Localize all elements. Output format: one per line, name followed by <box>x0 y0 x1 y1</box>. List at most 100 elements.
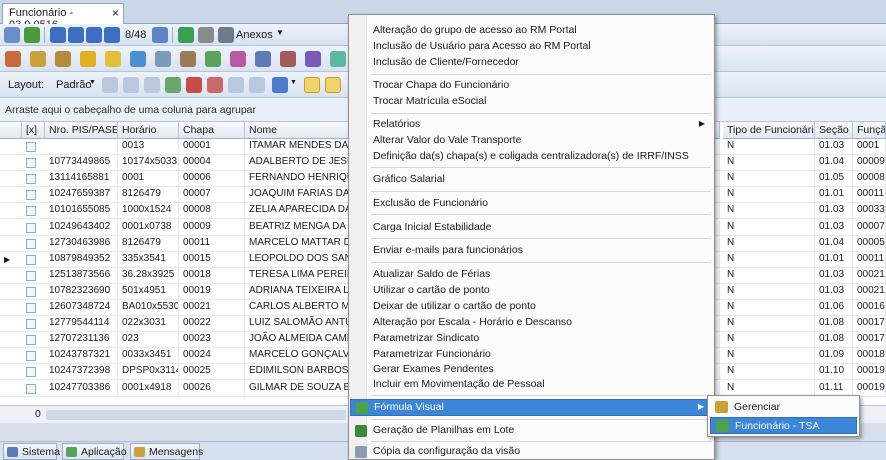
more-icon[interactable] <box>330 51 346 67</box>
calendar-icon[interactable] <box>152 27 168 43</box>
refresh-icon[interactable] <box>24 27 40 43</box>
chevron-down-icon[interactable]: ▼ <box>290 79 297 86</box>
first-record-icon[interactable] <box>50 27 66 43</box>
menu-item-planilhas-lote[interactable]: Geração de Planilhas em Lote <box>350 423 713 439</box>
last-record-icon[interactable] <box>104 27 120 43</box>
row-checkbox[interactable] <box>26 303 36 313</box>
menu-item-vale-transporte[interactable]: Alterar Valor do Vale Transporte <box>350 133 713 149</box>
column-header-horario[interactable]: Horário <box>118 122 179 139</box>
row-checkbox[interactable] <box>26 286 36 297</box>
menu-item-saldo-ferias[interactable]: Atualizar Saldo de Férias <box>350 267 713 283</box>
column-header-secao[interactable]: Seção <box>815 122 853 139</box>
menu-item-gerar-exames[interactable]: Gerar Exames Pendentes <box>350 362 713 378</box>
layout-select[interactable]: Padrão <box>56 79 91 91</box>
submenu-item-funcionario-tsa[interactable]: Funcionário - TSA <box>710 417 857 434</box>
row-checkbox[interactable] <box>26 238 36 249</box>
row-checkbox[interactable] <box>26 335 36 346</box>
view-icon[interactable] <box>4 27 20 43</box>
export-icon[interactable] <box>165 77 181 93</box>
attachment-icon[interactable] <box>218 27 234 43</box>
column-header-funcao[interactable]: Função <box>853 122 886 139</box>
sistema-button[interactable]: Sistema <box>3 443 60 460</box>
close-tab-icon[interactable]: × <box>112 6 119 20</box>
chevron-down-icon[interactable]: ▼ <box>276 28 284 37</box>
menu-item-deixar-cartao[interactable]: Deixar de utilizar o cartão de ponto <box>350 299 713 315</box>
column-header-select[interactable]: [x] <box>22 122 45 139</box>
column-header-tipo[interactable]: Tipo de Funcionário <box>723 122 815 139</box>
menu-item-alteracao-grupo-acesso[interactable]: Alteração do grupo de acesso ao RM Porta… <box>350 23 713 39</box>
process-icon[interactable] <box>178 27 194 43</box>
previous-record-icon[interactable] <box>68 27 84 43</box>
menu-item-alteracao-escala[interactable]: Alteração por Escala - Horário e Descans… <box>350 315 713 331</box>
menu-item-grafico-salarial[interactable]: Gráfico Salarial <box>350 172 713 188</box>
chart-icon[interactable] <box>272 77 288 93</box>
table-icon[interactable] <box>249 77 265 93</box>
submenu-item-gerenciar[interactable]: Gerenciar <box>710 399 857 416</box>
row-checkbox[interactable] <box>26 222 36 233</box>
cell-funcao: 0001 <box>853 139 886 155</box>
row-checkbox[interactable] <box>26 367 36 378</box>
row-checkbox[interactable] <box>26 270 36 281</box>
row-checkbox[interactable] <box>26 158 36 169</box>
settings-icon[interactable] <box>305 51 321 67</box>
wallet-icon[interactable] <box>30 51 46 67</box>
menu-item-copia-configuracao-label: Cópia da configuração da visão <box>373 445 521 457</box>
document-icon[interactable] <box>180 51 196 67</box>
anexos-button[interactable]: Anexos <box>236 29 273 41</box>
menu-item-exclusao-funcionario[interactable]: Exclusão de Funcionário <box>350 196 713 212</box>
vacation-icon[interactable] <box>105 51 121 67</box>
aplicacao-button[interactable]: Aplicação <box>62 443 127 460</box>
sum-icon[interactable] <box>228 77 244 93</box>
menu-item-inclusao-cliente-fornecedor[interactable]: Inclusão de Cliente/Fornecedor <box>350 55 713 71</box>
row-checkbox[interactable] <box>26 190 36 201</box>
clock-icon[interactable] <box>130 51 146 67</box>
menu-item-enviar-emails[interactable]: Enviar e-mails para funcionários <box>350 243 713 259</box>
print-icon[interactable] <box>198 27 214 43</box>
group-icon[interactable] <box>55 51 71 67</box>
menu-item-definicao-chapas[interactable]: Definição da(s) chapa(s) e coligada cent… <box>350 149 713 165</box>
menu-item-copia-configuracao[interactable]: Cópia da configuração da visão <box>350 444 713 460</box>
menu-item-relatorios[interactable]: Relatórios ▶ <box>350 117 713 133</box>
mensagens-button[interactable]: Mensagens <box>130 443 203 460</box>
row-checkbox[interactable] <box>26 383 36 394</box>
sun-icon[interactable] <box>80 51 96 67</box>
delete-icon[interactable] <box>207 77 223 93</box>
cell-chapa: 00009 <box>179 219 245 236</box>
aplicacao-label: Aplicação <box>81 446 127 458</box>
user-icon[interactable] <box>5 51 21 67</box>
people-icon[interactable] <box>280 51 296 67</box>
transport-icon[interactable] <box>230 51 246 67</box>
grid-icon[interactable] <box>102 77 118 93</box>
menu-item-carga-estabilidade[interactable]: Carga Inicial Estabilidade <box>350 220 713 236</box>
chevron-down-icon[interactable]: ▼ <box>89 79 96 86</box>
column-header-pis[interactable]: Nro. PIS/PASEP <box>45 122 118 139</box>
row-checkbox[interactable] <box>26 206 36 217</box>
row-checkbox[interactable] <box>26 254 36 265</box>
formula-visual-submenu: Gerenciar Funcionário - TSA <box>707 395 860 437</box>
horizontal-scrollbar[interactable] <box>46 410 346 420</box>
menu-item-parametrizar-sindicato[interactable]: Parametrizar Sindicato <box>350 331 713 347</box>
column-header-chapa[interactable]: Chapa <box>179 122 245 139</box>
spreadsheet-icon <box>355 425 367 437</box>
menu-item-trocar-matricula[interactable]: Trocar Matrícula eSocial <box>350 94 713 110</box>
panel-left-icon[interactable] <box>304 77 320 93</box>
next-record-icon[interactable] <box>86 27 102 43</box>
columns-icon[interactable] <box>123 77 139 93</box>
menu-item-trocar-chapa[interactable]: Trocar Chapa do Funcionário <box>350 78 713 94</box>
row-checkbox[interactable] <box>26 319 36 330</box>
tab-funcionario[interactable]: Funcionário - 03.9.0516 × <box>2 3 124 31</box>
menu-item-inclusao-usuario-portal[interactable]: Inclusão de Usuário para Acesso ao RM Po… <box>350 39 713 55</box>
training-icon[interactable] <box>255 51 271 67</box>
sort-icon[interactable] <box>186 77 202 93</box>
menu-item-movimentacao-pessoal[interactable]: Incluir em Movimentação de Pessoal <box>350 377 713 393</box>
menu-item-utilizar-cartao[interactable]: Utilizar o cartão de ponto <box>350 283 713 299</box>
report-icon[interactable] <box>155 51 171 67</box>
menu-item-formula-visual[interactable]: Fórmula Visual ▶ <box>350 399 713 416</box>
menu-item-parametrizar-funcionario[interactable]: Parametrizar Funcionário <box>350 347 713 363</box>
mail-icon[interactable] <box>205 51 221 67</box>
row-checkbox[interactable] <box>26 142 36 152</box>
filter-icon[interactable] <box>144 77 160 93</box>
row-checkbox[interactable] <box>26 351 36 362</box>
row-checkbox[interactable] <box>26 174 36 185</box>
panel-right-icon[interactable] <box>325 77 341 93</box>
